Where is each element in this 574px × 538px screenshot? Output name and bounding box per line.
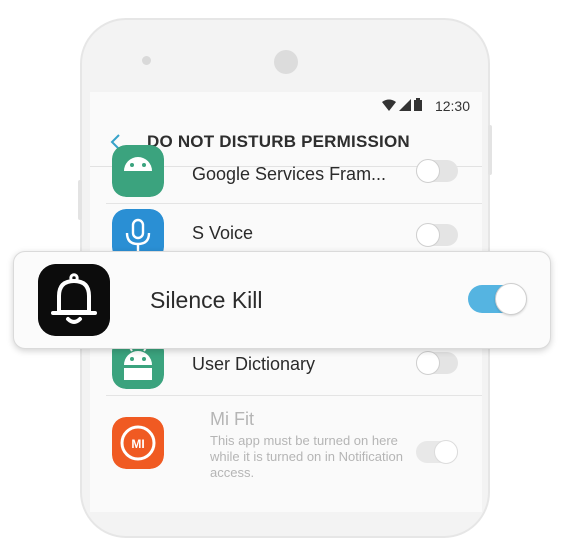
svg-text:MI: MI [131,437,144,451]
app-description: This app must be turned on here while it… [210,433,403,480]
side-button-left [78,180,82,220]
permission-toggle-on[interactable] [468,283,527,315]
sensor-dot [142,56,151,65]
permission-toggle[interactable] [416,351,458,375]
permission-toggle[interactable] [416,159,458,183]
bell-icon [38,264,110,336]
status-time: 12:30 [434,98,470,114]
list-item[interactable]: Google Services Fram... [106,139,482,204]
permission-toggle[interactable] [416,223,458,247]
front-camera [274,50,298,74]
battery-icon [414,98,422,111]
app-name: User Dictionary [192,354,316,374]
android-icon [112,145,164,197]
side-button [488,125,492,175]
mi-logo-icon: MI [112,417,164,469]
status-icons [382,98,422,111]
app-name: Mi Fit [210,409,254,429]
status-bar: 12:30 [90,92,482,118]
list-item: MI Mi Fit This app must be turned on her… [106,395,482,495]
permission-toggle [416,440,458,464]
app-name: Silence Kill [150,287,263,313]
highlight-card[interactable]: Silence Kill [13,251,551,349]
signal-icon [399,99,411,111]
app-name: S Voice [192,223,254,243]
wifi-icon [382,99,396,111]
app-name: Google Services Fram... [192,164,387,184]
